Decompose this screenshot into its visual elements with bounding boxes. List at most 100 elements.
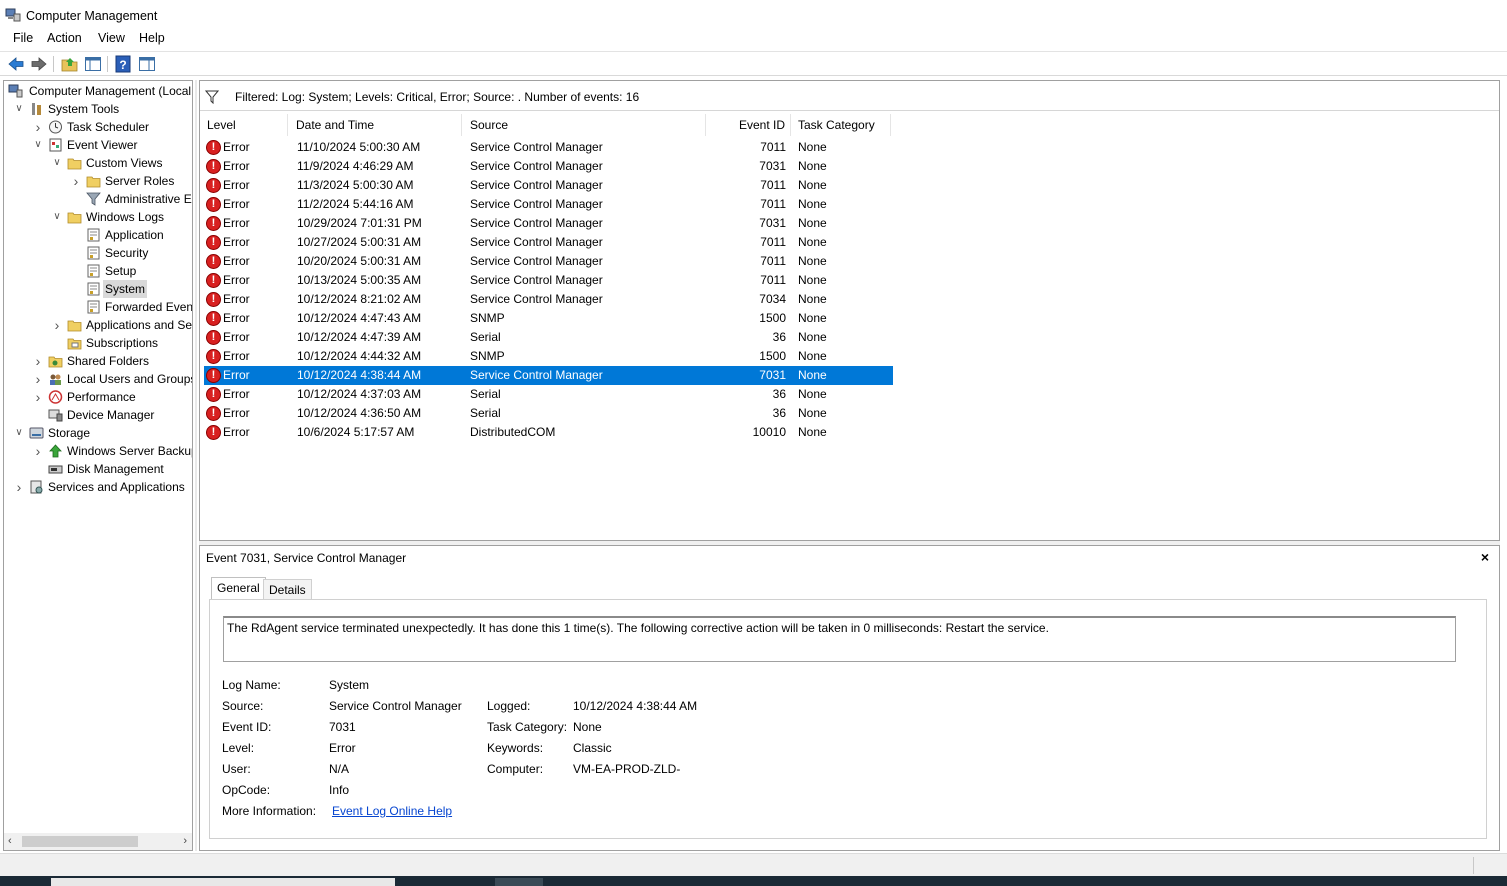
tree-item-applications-and-se[interactable]: › Applications and Se [4, 316, 192, 334]
tree-item-windows-server-backup[interactable]: › Windows Server Backup [4, 442, 192, 460]
pane-splitter[interactable] [195, 80, 197, 851]
table-row[interactable]: Error 10/13/2024 5:00:35 AM Service Contro… [204, 271, 893, 290]
chevron-right-icon[interactable]: › [32, 370, 44, 388]
tree-item-subscriptions[interactable]: Subscriptions [4, 334, 192, 352]
log-icon [87, 264, 100, 278]
tree-item-device-manager[interactable]: Device Manager [4, 406, 192, 424]
column-header-source[interactable]: Source [463, 114, 706, 136]
tree-item-administrative-e[interactable]: Administrative E [4, 190, 192, 208]
cell-event-id: 36 [772, 387, 786, 401]
table-row[interactable]: Error 10/12/2024 4:47:39 AM Serial 36 None [204, 328, 893, 347]
cell-category: None [798, 368, 827, 382]
scroll-left-icon[interactable]: ‹ [8, 835, 12, 847]
cell-event-id: 7011 [760, 235, 786, 249]
tree-item-computer-management-local[interactable]: Computer Management (Local [4, 82, 192, 100]
column-header-date-time[interactable]: Date and Time [289, 114, 462, 136]
tree-item-windows-logs[interactable]: ∨ Windows Logs [4, 208, 192, 226]
field-value-log-name: System [329, 678, 370, 692]
tab-general[interactable]: General [211, 577, 266, 599]
chevron-down-icon[interactable]: ∨ [32, 136, 44, 154]
table-row[interactable]: Error 11/9/2024 4:46:29 AM Service Control… [204, 157, 893, 176]
chevron-right-icon[interactable]: › [32, 388, 44, 406]
tree-item-shared-folders[interactable]: › Shared Folders [4, 352, 192, 370]
cell-source: Serial [470, 330, 501, 344]
field-label-task-category: Task Category: [487, 720, 568, 734]
event-description[interactable]: The RdAgent service terminated unexpecte… [223, 616, 1456, 662]
tree-item-application[interactable]: Application [4, 226, 192, 244]
event-log-online-help-link[interactable]: Event Log Online Help [332, 804, 452, 818]
tree-item-label: Shared Folders [67, 354, 150, 368]
chevron-right-icon[interactable]: › [13, 478, 25, 496]
field-value-user: N/A [329, 762, 350, 776]
column-header-event-id[interactable]: Event ID [707, 114, 791, 136]
action-pane-icon[interactable] [138, 55, 156, 73]
chevron-down-icon[interactable]: ∨ [51, 154, 63, 172]
scroll-right-icon[interactable]: › [183, 835, 187, 847]
menu-help[interactable]: Help [139, 31, 165, 45]
tree-item-label: Security [105, 246, 149, 260]
chevron-down-icon[interactable]: ∨ [13, 100, 25, 118]
tree-item-security[interactable]: Security [4, 244, 192, 262]
cell-level: Error [223, 159, 250, 173]
table-row[interactable]: Error 10/6/2024 5:17:57 AM DistributedCOM 1… [204, 423, 893, 442]
tree-item-label: Subscriptions [86, 336, 159, 350]
error-icon [206, 310, 221, 327]
column-header-task-category[interactable]: Task Category [792, 114, 891, 136]
table-row[interactable]: Error 10/12/2024 4:47:43 AM SNMP 1500 None [204, 309, 893, 328]
tree-item-setup[interactable]: Setup [4, 262, 192, 280]
cell-source: Serial [470, 387, 501, 401]
chevron-right-icon[interactable]: › [32, 352, 44, 370]
help-icon[interactable]: ? [114, 55, 132, 73]
cell-event-id: 36 [772, 330, 786, 344]
tree-item-label: Computer Management (Local [29, 84, 192, 98]
tab-details[interactable]: Details [263, 579, 312, 599]
field-value-opcode: Info [329, 783, 350, 797]
back-arrow-icon[interactable] [7, 55, 25, 73]
tree-item-disk-management[interactable]: Disk Management [4, 460, 192, 478]
tree-item-event-viewer[interactable]: ∨ Event Viewer [4, 136, 192, 154]
table-row[interactable]: Error 10/29/2024 7:01:31 PM Service Contro… [204, 214, 893, 233]
tree-item-local-users-and-groups[interactable]: › Local Users and Groups [4, 370, 192, 388]
tree-item-system-tools[interactable]: ∨ System Tools [4, 100, 192, 118]
tree-item-system[interactable]: System [4, 280, 192, 298]
tree-item-storage[interactable]: ∨ Storage [4, 424, 192, 442]
tree-item-custom-views[interactable]: ∨ Custom Views [4, 154, 192, 172]
tree-item-forwarded-event[interactable]: Forwarded Event [4, 298, 192, 316]
tree-item-task-scheduler[interactable]: › Task Scheduler [4, 118, 192, 136]
scrollbar-thumb[interactable] [22, 836, 138, 847]
chevron-right-icon[interactable]: › [32, 118, 44, 136]
tree-item-server-roles[interactable]: › Server Roles [4, 172, 192, 190]
table-row[interactable]: Error 11/3/2024 5:00:30 AM Service Control… [204, 176, 893, 195]
chevron-down-icon[interactable]: ∨ [13, 424, 25, 442]
table-row[interactable]: Error 10/12/2024 4:36:50 AM Serial 36 None [204, 404, 893, 423]
menu-action[interactable]: Action [47, 31, 82, 45]
table-row[interactable]: Error 10/27/2024 5:00:31 AM Service Contro… [204, 233, 893, 252]
chevron-right-icon[interactable]: › [70, 172, 82, 190]
table-row[interactable]: Error 10/20/2024 5:00:31 AM Service Contro… [204, 252, 893, 271]
close-icon[interactable]: × [1481, 549, 1489, 565]
table-row[interactable]: Error 10/12/2024 4:38:44 AM Service Contro… [204, 366, 893, 385]
cell-level: Error [223, 349, 250, 363]
field-label-logged: Logged: [487, 699, 531, 713]
tree-item-services-and-applications[interactable]: › Services and Applications [4, 478, 192, 496]
error-icon [206, 177, 221, 194]
up-folder-icon[interactable] [61, 55, 79, 73]
menu-file[interactable]: File [13, 31, 33, 45]
column-header-level[interactable]: Level [201, 114, 288, 136]
show-hide-tree-icon[interactable] [84, 55, 102, 73]
table-row[interactable]: Error 10/12/2024 4:44:32 AM SNMP 1500 None [204, 347, 893, 366]
event-list-pane: Filtered: Log: System; Levels: Critical,… [199, 80, 1500, 541]
tree-item-performance[interactable]: › Performance [4, 388, 192, 406]
table-row[interactable]: Error 10/12/2024 4:37:03 AM Serial 36 None [204, 385, 893, 404]
menu-view[interactable]: View [98, 31, 125, 45]
horizontal-scrollbar[interactable]: ‹ › [4, 833, 192, 850]
table-row[interactable]: Error 11/10/2024 5:00:30 AM Service Contro… [204, 138, 893, 157]
chevron-right-icon[interactable]: › [51, 316, 63, 334]
chevron-down-icon[interactable]: ∨ [51, 208, 63, 226]
table-row[interactable]: Error 10/12/2024 8:21:02 AM Service Contro… [204, 290, 893, 309]
forward-arrow-icon[interactable] [30, 55, 48, 73]
field-value-source: Service Control Manager [329, 699, 462, 713]
error-icon [206, 158, 221, 175]
chevron-right-icon[interactable]: › [32, 442, 44, 460]
table-row[interactable]: Error 11/2/2024 5:44:16 AM Service Control… [204, 195, 893, 214]
